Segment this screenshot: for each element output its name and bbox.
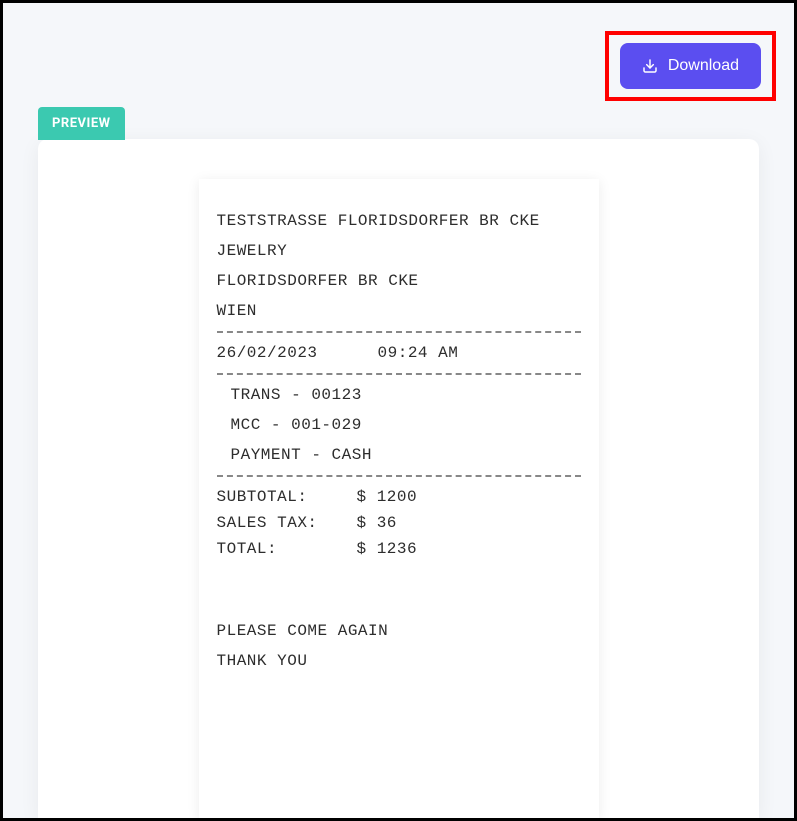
- receipt-salestax-value: $ 36: [357, 511, 397, 535]
- receipt-merchant-line4: WIEN: [217, 299, 581, 323]
- receipt-date: 26/02/2023: [217, 341, 318, 365]
- download-highlight-box: Download: [605, 31, 776, 101]
- download-icon: [642, 58, 658, 74]
- receipt-time: 09:24 AM: [378, 341, 459, 365]
- divider: [217, 331, 581, 333]
- receipt-footer-line1: PLEASE COME AGAIN: [217, 619, 581, 643]
- divider: [217, 373, 581, 375]
- download-button-label: Download: [668, 57, 739, 75]
- preview-badge: PREVIEW: [38, 107, 125, 140]
- receipt: TESTSTRASSE FLORIDSDORFER BR CKE JEWELRY…: [199, 179, 599, 818]
- receipt-mcc: MCC - 001-029: [231, 413, 581, 437]
- receipt-salestax-row: SALES TAX: $ 36: [217, 511, 581, 535]
- receipt-total-label: TOTAL:: [217, 537, 357, 561]
- receipt-payment: PAYMENT - CASH: [231, 443, 581, 467]
- preview-panel: TESTSTRASSE FLORIDSDORFER BR CKE JEWELRY…: [38, 139, 759, 818]
- header-area: Download: [3, 3, 794, 101]
- receipt-subtotal-value: $ 1200: [357, 485, 418, 509]
- receipt-merchant-line1: TESTSTRASSE FLORIDSDORFER BR CKE: [217, 209, 581, 233]
- divider: [217, 475, 581, 477]
- download-button[interactable]: Download: [620, 43, 761, 89]
- receipt-datetime-row: 26/02/2023 09:24 AM: [217, 341, 581, 365]
- receipt-subtotal-label: SUBTOTAL:: [217, 485, 357, 509]
- receipt-trans: TRANS - 00123: [231, 383, 581, 407]
- receipt-total-value: $ 1236: [357, 537, 418, 561]
- receipt-total-row: TOTAL: $ 1236: [217, 537, 581, 561]
- receipt-merchant-line3: FLORIDSDORFER BR CKE: [217, 269, 581, 293]
- receipt-footer-line2: THANK YOU: [217, 649, 581, 673]
- receipt-subtotal-row: SUBTOTAL: $ 1200: [217, 485, 581, 509]
- receipt-salestax-label: SALES TAX:: [217, 511, 357, 535]
- receipt-merchant-line2: JEWELRY: [217, 239, 581, 263]
